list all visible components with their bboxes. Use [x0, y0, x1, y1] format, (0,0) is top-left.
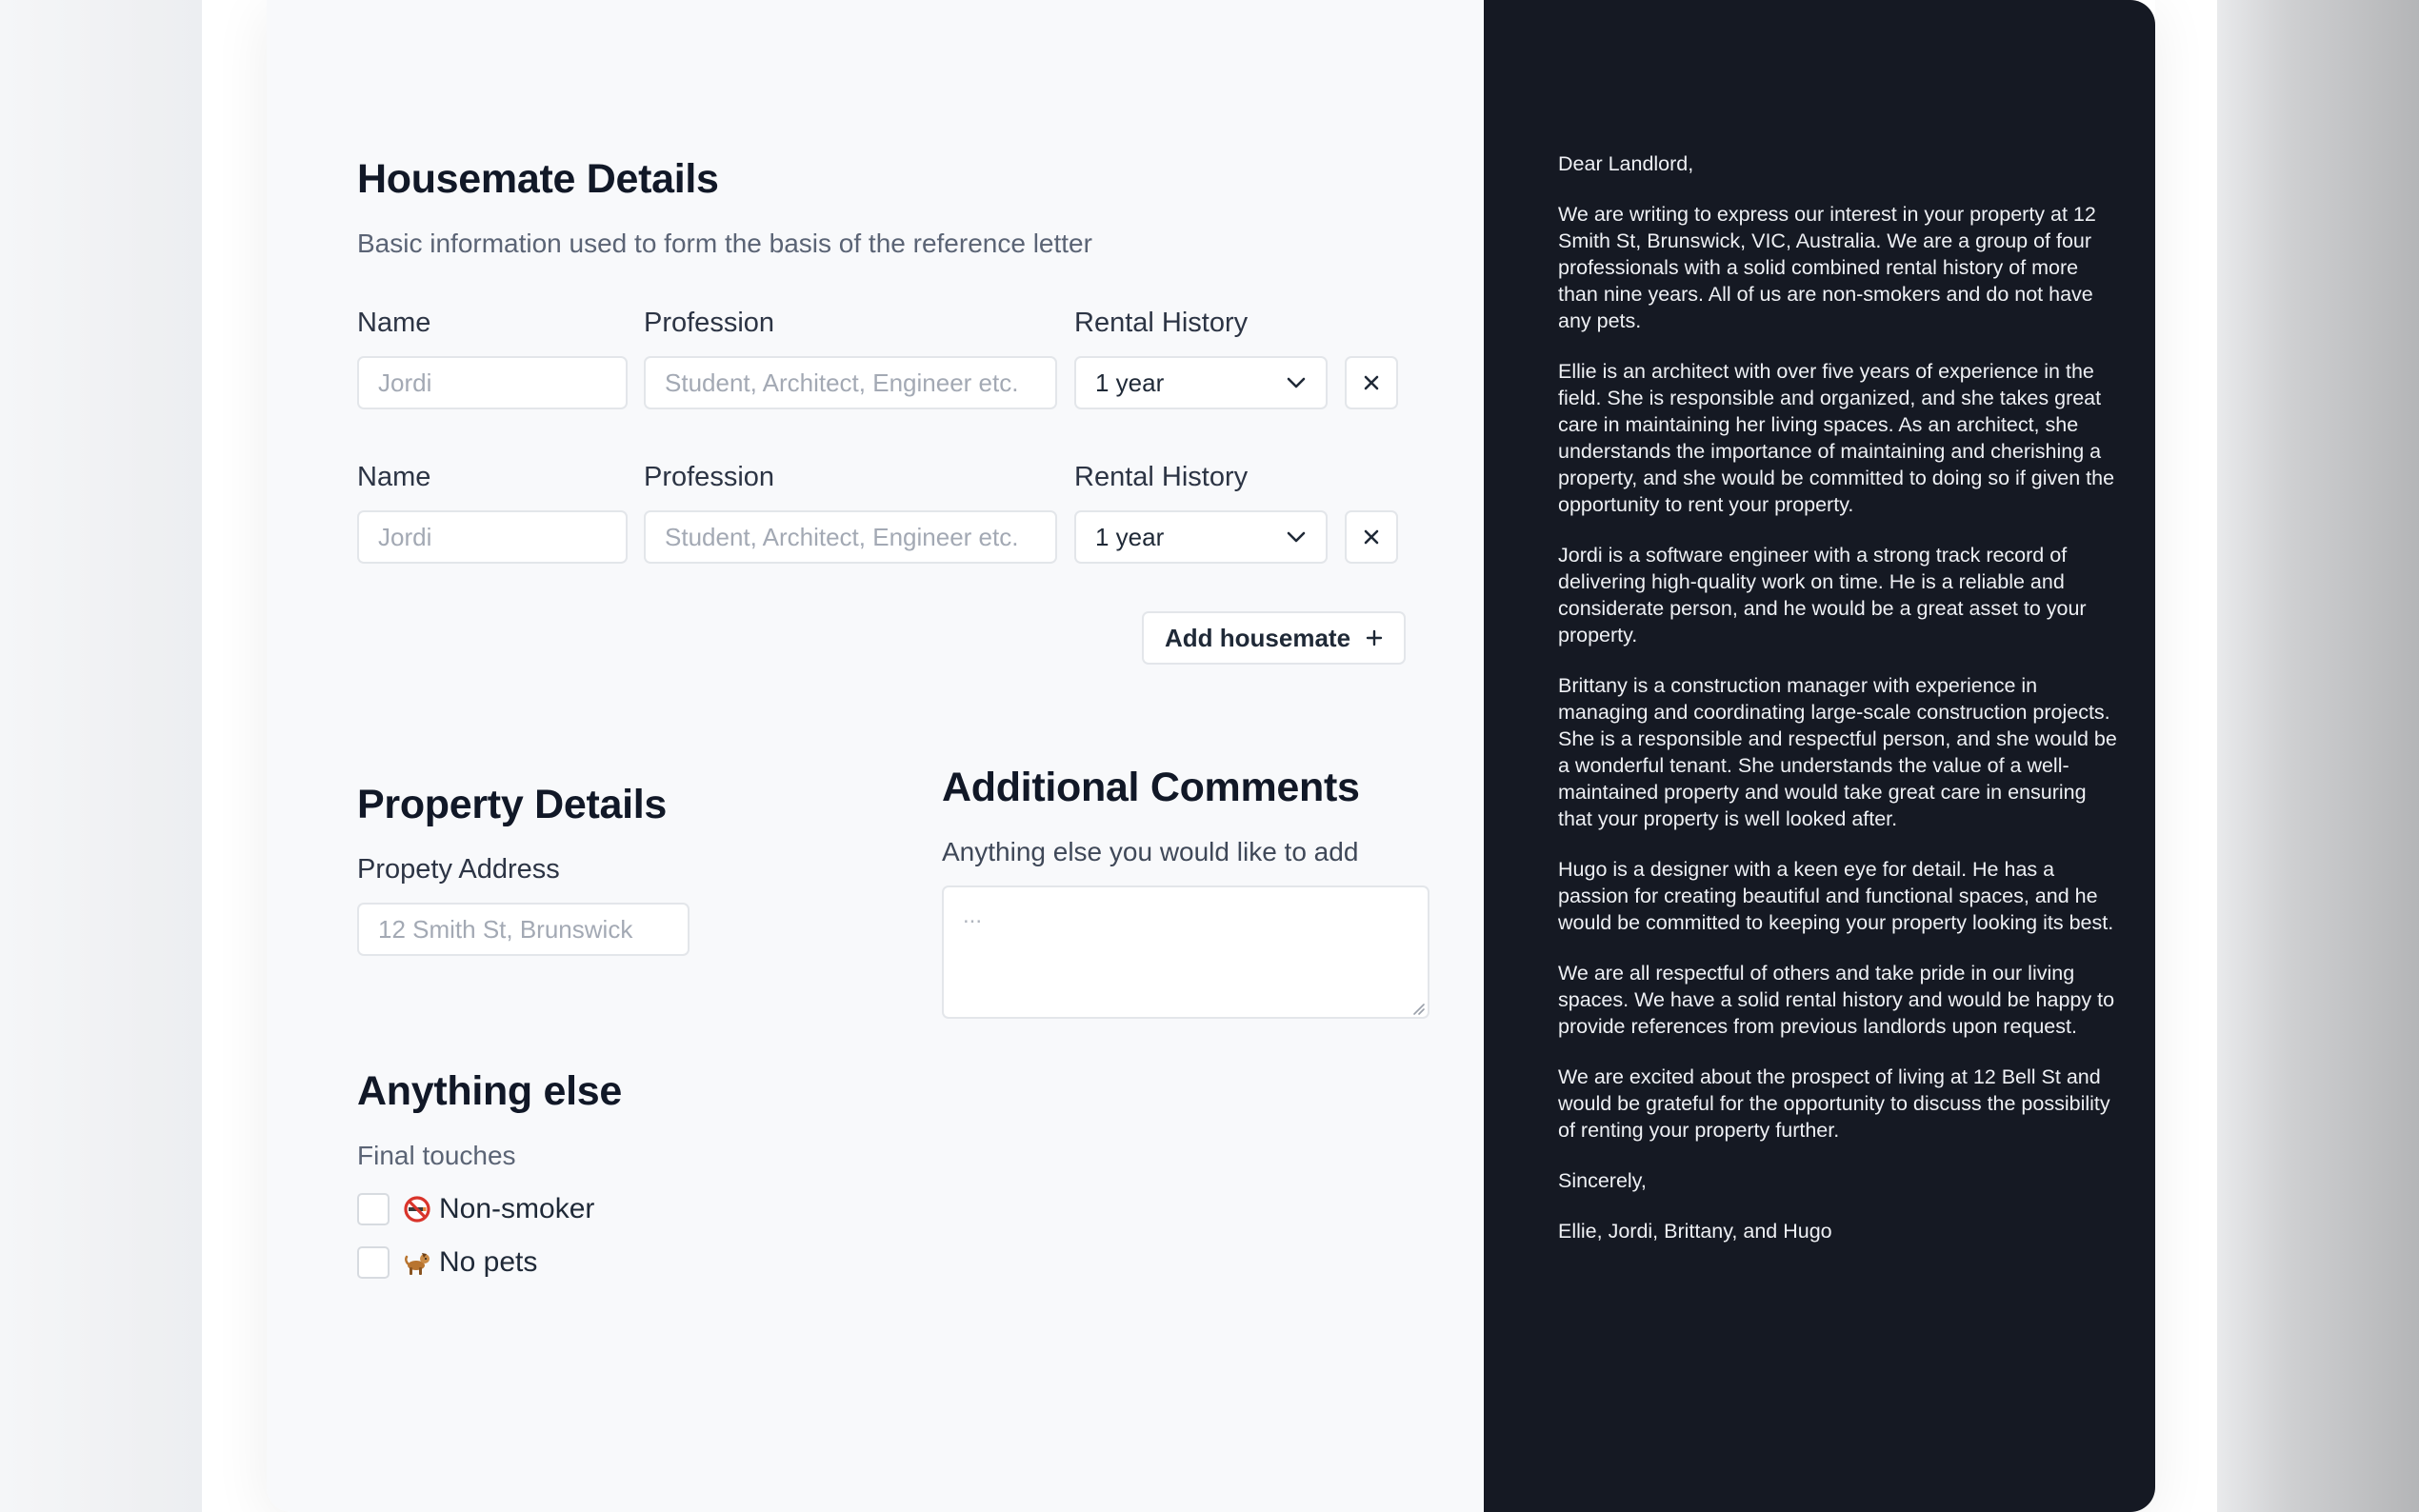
close-icon [1364, 375, 1379, 390]
rental-history-value: 1 year [1095, 368, 1165, 397]
housemate-profession-input[interactable] [644, 510, 1057, 564]
rental-history-select[interactable]: 1 year [1074, 356, 1328, 409]
add-housemate-button[interactable]: Add housemate [1142, 611, 1407, 665]
additional-comments-title: Additional Comments [942, 765, 1360, 810]
letter-closing: Sincerely, [1558, 1169, 1647, 1192]
property-address-label: Propety Address [357, 854, 560, 885]
housemate-details-subtitle: Basic information used to form the basis… [357, 229, 1092, 258]
page-right-shadow [2217, 0, 2419, 1512]
letter-paragraph: Hugo is a designer with a keen eye for d… [1558, 858, 2114, 934]
property-details-title: Property Details [357, 782, 667, 827]
anything-else-title: Anything else [357, 1068, 623, 1114]
add-housemate-label: Add housemate [1165, 623, 1351, 652]
chevron-down-icon [1287, 531, 1306, 543]
resize-handle-icon[interactable] [1411, 1002, 1425, 1015]
additional-comments-textarea[interactable] [942, 885, 1429, 1019]
rental-history-value: 1 year [1095, 522, 1165, 551]
additional-comments-subtitle: Anything else you would like to add [942, 837, 1359, 866]
rental-history-label: Rental History [1074, 462, 1249, 492]
page-left-margin [0, 0, 202, 1512]
non-smoker-option[interactable]: Non-smoker [357, 1193, 594, 1225]
profession-label: Profession [644, 308, 775, 338]
reference-letter: Dear Landlord, We are writing to express… [1558, 150, 2120, 1268]
remove-housemate-button[interactable] [1345, 510, 1398, 564]
letter-paragraph: Brittany is a construction manager with … [1558, 674, 2117, 830]
non-smoker-label: Non-smoker [439, 1193, 595, 1224]
housemate-name-input[interactable] [357, 510, 628, 564]
letter-paragraph: Jordi is a software engineer with a stro… [1558, 544, 2087, 647]
profession-label: Profession [644, 462, 775, 492]
name-label: Name [357, 462, 431, 492]
letter-paragraph: We are excited about the prospect of liv… [1558, 1065, 2110, 1142]
remove-housemate-button[interactable] [1345, 356, 1398, 409]
no-smoking-icon [404, 1196, 430, 1223]
no-pets-label: No pets [439, 1246, 538, 1278]
no-pets-label-wrap: No pets [403, 1246, 537, 1279]
letter-paragraph: We are writing to express our interest i… [1558, 203, 2096, 332]
name-label: Name [357, 308, 431, 338]
dog-icon [404, 1253, 430, 1275]
no-pets-checkbox[interactable] [357, 1246, 390, 1279]
letter-signatures: Ellie, Jordi, Brittany, and Hugo [1558, 1220, 1832, 1243]
non-smoker-checkbox[interactable] [357, 1193, 390, 1225]
form-panel [267, 0, 1485, 1512]
rental-history-select[interactable]: 1 year [1074, 510, 1328, 564]
non-smoker-label-wrap: Non-smoker [403, 1193, 594, 1225]
housemate-details-title: Housemate Details [357, 156, 719, 202]
letter-paragraph: We are all respectful of others and take… [1558, 962, 2115, 1038]
anything-else-subtitle: Final touches [357, 1141, 516, 1170]
property-address-input[interactable] [357, 903, 690, 956]
housemate-name-input[interactable] [357, 356, 628, 409]
no-pets-option[interactable]: No pets [357, 1246, 537, 1279]
rental-history-label: Rental History [1074, 308, 1249, 338]
letter-greeting: Dear Landlord, [1558, 152, 1694, 175]
chevron-down-icon [1287, 377, 1306, 388]
letter-paragraph: Ellie is an architect with over five yea… [1558, 360, 2115, 516]
plus-icon [1366, 629, 1383, 647]
housemate-profession-input[interactable] [644, 356, 1057, 409]
close-icon [1364, 529, 1379, 545]
